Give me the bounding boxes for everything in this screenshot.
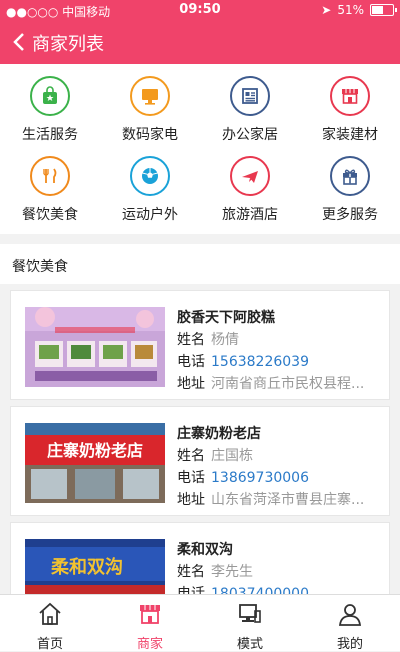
merchant-card[interactable]: 柔和双沟 柔和双沟 姓名 李先生 电话 18037400000: [10, 522, 390, 594]
contact-row: 姓名 李先生: [177, 561, 253, 581]
phone-row: 电话 18037400000: [177, 583, 309, 594]
shopping-bag-icon: [30, 76, 70, 116]
phone-link[interactable]: 15638226039: [211, 354, 309, 370]
tab-mode[interactable]: 模式: [200, 595, 300, 652]
shop-sign-text: 柔和双沟: [51, 556, 123, 578]
merchant-photo: [25, 307, 165, 387]
tab-profile[interactable]: 我的: [300, 595, 400, 652]
storefront-icon: [330, 76, 370, 116]
tab-merchants[interactable]: 商家: [100, 595, 200, 652]
contact-row: 姓名 庄国栋: [177, 445, 253, 465]
merchant-photo: 庄寨奶粉老店: [25, 423, 165, 503]
category-sports-outdoor[interactable]: 运动户外: [100, 156, 200, 224]
status-right: ➤ 51%: [321, 3, 397, 17]
category-label: 更多服务: [322, 207, 378, 223]
newspaper-icon: [230, 76, 270, 116]
phone-row: 电话 15638226039: [177, 351, 309, 371]
airplane-icon: [230, 156, 270, 196]
shop-sign-text: 庄寨奶粉老店: [47, 441, 143, 460]
category-label: 办公家居: [222, 127, 278, 143]
tab-label: 商家: [136, 637, 163, 652]
contact-label: 姓名: [177, 448, 205, 464]
merchant-list[interactable]: 胶香天下阿胶糕 姓名 杨倩 电话 15638226039 地址 河南省商丘市民权县程.…: [0, 284, 400, 594]
tab-label: 我的: [336, 637, 363, 652]
category-label: 运动户外: [122, 207, 178, 223]
phone-row: 电话 13869730006: [177, 467, 309, 487]
contact-name: 杨倩: [211, 332, 239, 348]
merchant-card[interactable]: 庄寨奶粉老店 庄寨奶粉老店 姓名 庄国栋 电话 13869730006 地址 山东省菏…: [10, 406, 390, 516]
tab-label: 首页: [36, 637, 63, 652]
battery-fill: [372, 6, 384, 14]
category-label: 数码家电: [122, 127, 178, 143]
phone-label: 电话: [177, 586, 205, 594]
contact-name: 李先生: [211, 564, 253, 580]
category-label: 餐饮美食: [22, 207, 78, 223]
category-label: 生活服务: [22, 127, 78, 143]
battery-icon: [370, 4, 397, 16]
back-chevron-icon[interactable]: [10, 30, 30, 54]
address-text: 河南省商丘市民权县程...: [211, 376, 365, 392]
gift-icon: [330, 156, 370, 196]
battery-percent: 51%: [337, 3, 364, 17]
merchant-photo: 柔和双沟: [25, 539, 165, 594]
contact-label: 姓名: [177, 564, 205, 580]
tab-label: 模式: [236, 637, 263, 652]
merchant-name: 柔和双沟: [177, 542, 233, 558]
contact-name: 庄国栋: [211, 448, 253, 464]
section-title: 餐饮美食: [0, 244, 400, 284]
user-icon: [338, 604, 362, 626]
monitor-icon: [130, 76, 170, 116]
phone-label: 电话: [177, 470, 205, 486]
category-digital-appliances[interactable]: 数码家电: [100, 76, 200, 144]
page-title: 商家列表: [32, 34, 104, 55]
fork-knife-icon: [30, 156, 70, 196]
status-bar: ●●○○○ 中国移动 09:50 ➤ 51%: [0, 0, 400, 20]
category-life-services[interactable]: 生活服务: [0, 76, 100, 144]
tab-bar: 首页 商家 模式 我的: [0, 594, 400, 652]
merchant-name: 胶香天下阿胶糕: [177, 310, 275, 326]
address-row: 地址 山东省菏泽市曹县庄寨...: [177, 489, 371, 509]
location-icon: ➤: [321, 3, 332, 17]
category-label: 旅游酒店: [222, 207, 278, 223]
contact-label: 姓名: [177, 332, 205, 348]
soccer-ball-icon: [130, 156, 170, 196]
category-more-services[interactable]: 更多服务: [300, 156, 400, 224]
address-label: 地址: [177, 376, 205, 392]
contact-row: 姓名 杨倩: [177, 329, 239, 349]
category-label: 家装建材: [322, 127, 378, 143]
category-travel-hotel[interactable]: 旅游酒店: [200, 156, 300, 224]
address-label: 地址: [177, 492, 205, 508]
category-office-home[interactable]: 办公家居: [200, 76, 300, 144]
phone-label: 电话: [177, 354, 205, 370]
address-text: 山东省菏泽市曹县庄寨...: [211, 492, 365, 508]
category-food-dining[interactable]: 餐饮美食: [0, 156, 100, 224]
category-home-building[interactable]: 家装建材: [300, 76, 400, 144]
nav-bar: 商家列表: [0, 20, 400, 64]
home-icon: [39, 602, 61, 625]
merchant-name: 庄寨奶粉老店: [177, 426, 261, 442]
phone-link[interactable]: 13869730006: [211, 470, 309, 486]
store-icon: [140, 605, 160, 624]
address-row: 地址 河南省商丘市民权县程...: [177, 373, 371, 393]
category-grid: 生活服务 数码家电 办公家居 家装建材 餐饮美食 运动户外 旅游酒店 更多服务: [0, 64, 400, 234]
tab-home[interactable]: 首页: [0, 595, 100, 652]
computer-icon: [239, 604, 261, 623]
phone-link[interactable]: 18037400000: [211, 586, 309, 594]
merchant-card[interactable]: 胶香天下阿胶糕 姓名 杨倩 电话 15638226039 地址 河南省商丘市民权县程.…: [10, 290, 390, 400]
